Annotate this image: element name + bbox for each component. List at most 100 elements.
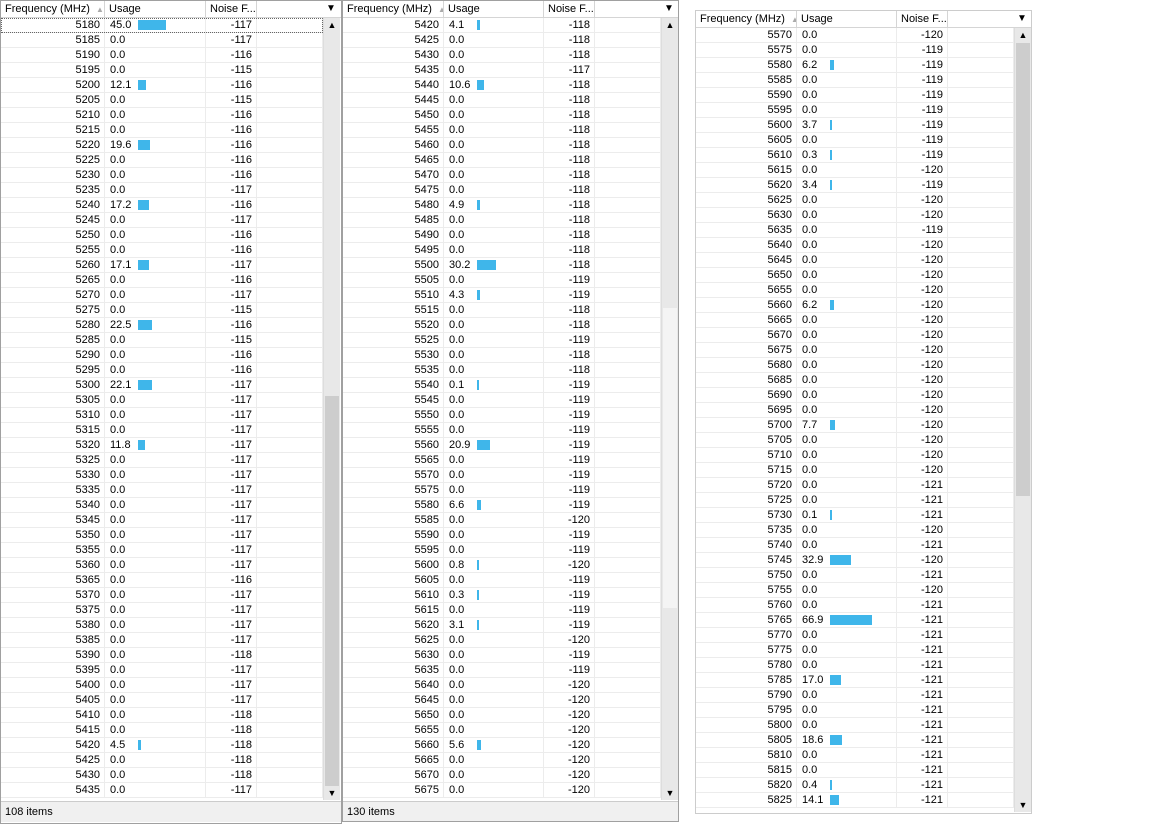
- table-row[interactable]: 5350 0.0 -117: [1, 528, 323, 543]
- vertical-scrollbar[interactable]: ▲ ▼: [1014, 28, 1031, 812]
- table-row[interactable]: 5310 0.0 -117: [1, 408, 323, 423]
- table-row[interactable]: 5620 3.4 -119: [696, 178, 1014, 193]
- table-row[interactable]: 5265 0.0 -116: [1, 273, 323, 288]
- table-row[interactable]: 5595 0.0 -119: [696, 103, 1014, 118]
- column-usage[interactable]: Usage: [797, 11, 897, 27]
- table-row[interactable]: 5750 0.0 -121: [696, 568, 1014, 583]
- table-row[interactable]: 5585 0.0 -120: [343, 513, 661, 528]
- column-chooser-dropdown-icon[interactable]: ▼: [661, 1, 677, 17]
- table-row[interactable]: 5425 0.0 -118: [343, 33, 661, 48]
- table-row[interactable]: 5550 0.0 -119: [343, 408, 661, 423]
- table-row[interactable]: 5465 0.0 -118: [343, 153, 661, 168]
- table-row[interactable]: 5395 0.0 -117: [1, 663, 323, 678]
- table-row[interactable]: 5285 0.0 -115: [1, 333, 323, 348]
- table-row[interactable]: 5690 0.0 -120: [696, 388, 1014, 403]
- table-row[interactable]: 5475 0.0 -118: [343, 183, 661, 198]
- table-row[interactable]: 5530 0.0 -118: [343, 348, 661, 363]
- table-row[interactable]: 5335 0.0 -117: [1, 483, 323, 498]
- table-row[interactable]: 5770 0.0 -121: [696, 628, 1014, 643]
- table-row[interactable]: 5540 0.1 -119: [343, 378, 661, 393]
- table-row[interactable]: 5670 0.0 -120: [696, 328, 1014, 343]
- table-row[interactable]: 5665 0.0 -120: [343, 753, 661, 768]
- column-chooser-dropdown-icon[interactable]: ▼: [1014, 11, 1030, 27]
- table-row[interactable]: 5345 0.0 -117: [1, 513, 323, 528]
- table-row[interactable]: 5575 0.0 -119: [343, 483, 661, 498]
- table-row[interactable]: 5300 22.1 -117: [1, 378, 323, 393]
- table-row[interactable]: 5410 0.0 -118: [1, 708, 323, 723]
- table-row[interactable]: 5390 0.0 -118: [1, 648, 323, 663]
- table-row[interactable]: 5505 0.0 -119: [343, 273, 661, 288]
- table-row[interactable]: 5440 10.6 -118: [343, 78, 661, 93]
- table-row[interactable]: 5570 0.0 -120: [696, 28, 1014, 43]
- table-row[interactable]: 5795 0.0 -121: [696, 703, 1014, 718]
- table-row[interactable]: 5320 11.8 -117: [1, 438, 323, 453]
- table-row[interactable]: 5780 0.0 -121: [696, 658, 1014, 673]
- table-row[interactable]: 5735 0.0 -120: [696, 523, 1014, 538]
- table-row[interactable]: 5415 0.0 -118: [1, 723, 323, 738]
- table-row[interactable]: 5675 0.0 -120: [696, 343, 1014, 358]
- table-row[interactable]: 5295 0.0 -116: [1, 363, 323, 378]
- table-row[interactable]: 5510 4.3 -119: [343, 288, 661, 303]
- table-row[interactable]: 5640 0.0 -120: [696, 238, 1014, 253]
- table-row[interactable]: 5600 3.7 -119: [696, 118, 1014, 133]
- table-row[interactable]: 5250 0.0 -116: [1, 228, 323, 243]
- table-row[interactable]: 5220 19.6 -116: [1, 138, 323, 153]
- table-row[interactable]: 5785 17.0 -121: [696, 673, 1014, 688]
- table-row[interactable]: 5520 0.0 -118: [343, 318, 661, 333]
- table-row[interactable]: 5615 0.0 -120: [696, 163, 1014, 178]
- table-row[interactable]: 5200 12.1 -116: [1, 78, 323, 93]
- table-row[interactable]: 5290 0.0 -116: [1, 348, 323, 363]
- table-row[interactable]: 5180 45.0 -117: [1, 18, 323, 33]
- table-row[interactable]: 5605 0.0 -119: [696, 133, 1014, 148]
- table-row[interactable]: 5215 0.0 -116: [1, 123, 323, 138]
- table-row[interactable]: 5635 0.0 -119: [696, 223, 1014, 238]
- table-row[interactable]: 5365 0.0 -116: [1, 573, 323, 588]
- table-row[interactable]: 5380 0.0 -117: [1, 618, 323, 633]
- table-row[interactable]: 5630 0.0 -119: [343, 648, 661, 663]
- table-row[interactable]: 5610 0.3 -119: [696, 148, 1014, 163]
- table-row[interactable]: 5525 0.0 -119: [343, 333, 661, 348]
- table-row[interactable]: 5740 0.0 -121: [696, 538, 1014, 553]
- column-frequency[interactable]: Frequency (MHz)▲: [343, 1, 444, 17]
- table-row[interactable]: 5645 0.0 -120: [696, 253, 1014, 268]
- table-row[interactable]: 5630 0.0 -120: [696, 208, 1014, 223]
- table-row[interactable]: 5605 0.0 -119: [343, 573, 661, 588]
- table-row[interactable]: 5790 0.0 -121: [696, 688, 1014, 703]
- table-row[interactable]: 5570 0.0 -119: [343, 468, 661, 483]
- table-row[interactable]: 5500 30.2 -118: [343, 258, 661, 273]
- table-row[interactable]: 5620 3.1 -119: [343, 618, 661, 633]
- table-row[interactable]: 5565 0.0 -119: [343, 453, 661, 468]
- table-row[interactable]: 5650 0.0 -120: [343, 708, 661, 723]
- table-row[interactable]: 5420 4.1 -118: [343, 18, 661, 33]
- table-row[interactable]: 5480 4.9 -118: [343, 198, 661, 213]
- scroll-down-icon[interactable]: ▼: [324, 786, 340, 800]
- table-row[interactable]: 5560 20.9 -119: [343, 438, 661, 453]
- scroll-up-icon[interactable]: ▲: [1015, 28, 1031, 42]
- table-row[interactable]: 5545 0.0 -119: [343, 393, 661, 408]
- table-row[interactable]: 5660 5.6 -120: [343, 738, 661, 753]
- table-row[interactable]: 5755 0.0 -120: [696, 583, 1014, 598]
- table-row[interactable]: 5725 0.0 -121: [696, 493, 1014, 508]
- table-row[interactable]: 5705 0.0 -120: [696, 433, 1014, 448]
- table-row[interactable]: 5280 22.5 -116: [1, 318, 323, 333]
- scroll-up-icon[interactable]: ▲: [662, 18, 678, 32]
- table-row[interactable]: 5700 7.7 -120: [696, 418, 1014, 433]
- table-row[interactable]: 5495 0.0 -118: [343, 243, 661, 258]
- table-row[interactable]: 5655 0.0 -120: [696, 283, 1014, 298]
- table-row[interactable]: 5800 0.0 -121: [696, 718, 1014, 733]
- table-row[interactable]: 5450 0.0 -118: [343, 108, 661, 123]
- table-row[interactable]: 5205 0.0 -115: [1, 93, 323, 108]
- scroll-down-icon[interactable]: ▼: [1015, 798, 1031, 812]
- table-row[interactable]: 5430 0.0 -118: [343, 48, 661, 63]
- table-row[interactable]: 5685 0.0 -120: [696, 373, 1014, 388]
- column-noise-floor[interactable]: Noise F...: [544, 1, 595, 17]
- table-row[interactable]: 5315 0.0 -117: [1, 423, 323, 438]
- table-row[interactable]: 5815 0.0 -121: [696, 763, 1014, 778]
- scroll-thumb[interactable]: [1016, 43, 1030, 496]
- table-row[interactable]: 5655 0.0 -120: [343, 723, 661, 738]
- table-row[interactable]: 5195 0.0 -115: [1, 63, 323, 78]
- table-row[interactable]: 5680 0.0 -120: [696, 358, 1014, 373]
- table-row[interactable]: 5225 0.0 -116: [1, 153, 323, 168]
- table-row[interactable]: 5275 0.0 -115: [1, 303, 323, 318]
- table-row[interactable]: 5245 0.0 -117: [1, 213, 323, 228]
